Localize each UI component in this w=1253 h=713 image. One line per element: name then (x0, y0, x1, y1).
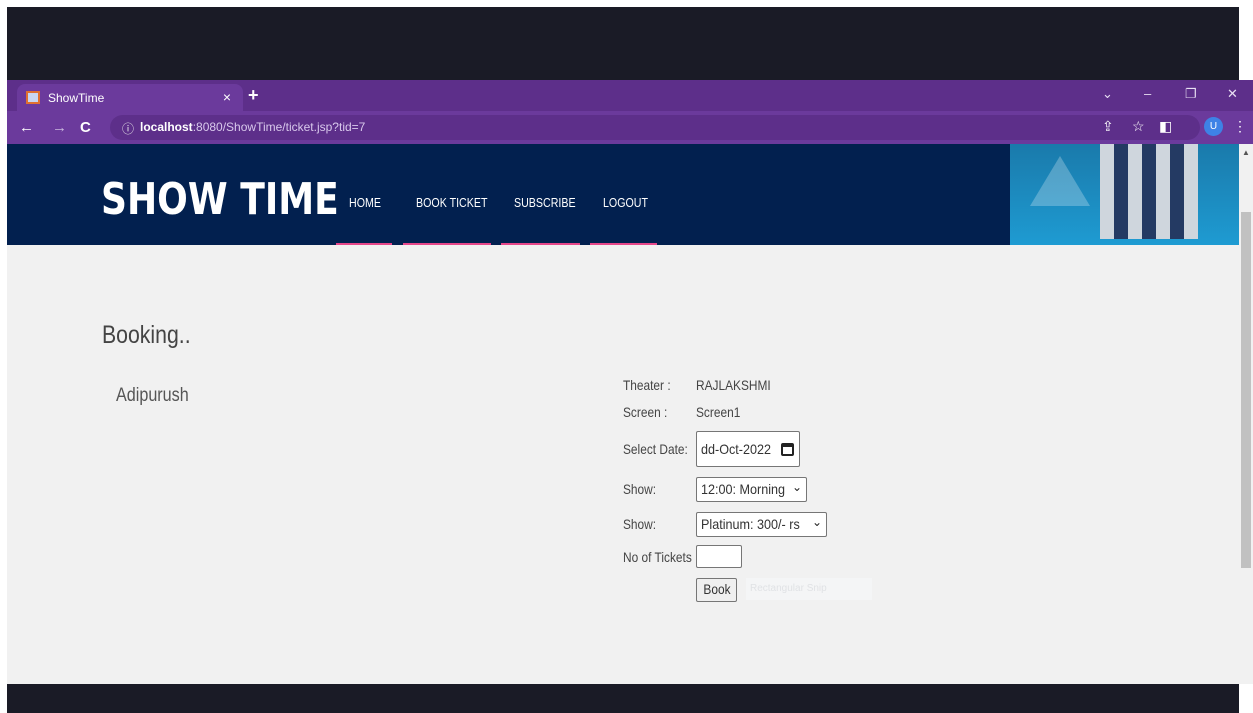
url-path: :8080/ShowTime/ticket.jsp?tid=7 (192, 120, 366, 134)
url-host: localhost (140, 120, 193, 134)
page-viewport: SHOW TIME HOME BOOK TICKET SUBSCRIBE LOG… (7, 144, 1239, 684)
nav-subscribe[interactable]: SUBSCRIBE (514, 195, 576, 210)
window-close-icon[interactable]: ✕ (1227, 86, 1238, 102)
browser-tab-strip: ShowTime × + ⌄ – ❐ ✕ (7, 80, 1253, 111)
nav-underline (403, 243, 491, 245)
theater-banner-image (1010, 144, 1239, 245)
url-text: localhost:8080/ShowTime/ticket.jsp?tid=7 (140, 120, 365, 134)
site-header: SHOW TIME HOME BOOK TICKET SUBSCRIBE LOG… (7, 144, 1239, 245)
page-footer (7, 684, 1239, 713)
show-time-value: 12:00: Morning (701, 481, 786, 497)
nav-underline (590, 243, 657, 245)
nav-logout[interactable]: LOGOUT (603, 195, 648, 210)
profile-avatar[interactable]: U (1204, 117, 1223, 136)
share-icon[interactable]: ⇪ (1102, 118, 1114, 135)
menu-icon[interactable]: ⋮ (1233, 118, 1247, 135)
theater-value: RAJLAKSHMI (696, 377, 771, 393)
minimize-icon[interactable]: – (1144, 86, 1151, 101)
show-label: Show: (623, 481, 657, 497)
scroll-up-icon[interactable]: ▲ (1242, 148, 1250, 157)
banner-stripe (1114, 144, 1128, 239)
show-time-select[interactable]: 12:00: Morning ⌄ (696, 477, 807, 502)
bookmark-star-icon[interactable]: ☆ (1132, 118, 1145, 135)
screen-value: Screen1 (696, 404, 741, 420)
tickets-input[interactable] (696, 545, 742, 568)
banner-stripe (1142, 144, 1156, 239)
chevron-down-icon: ⌄ (811, 515, 822, 529)
theater-label: Theater : (623, 377, 671, 393)
tab-close-icon[interactable]: × (223, 89, 231, 105)
banner-stripe (1184, 144, 1198, 239)
banner-stripe (1156, 144, 1170, 239)
scrollbar-thumb[interactable] (1241, 212, 1251, 568)
restore-icon[interactable]: ❐ (1185, 86, 1197, 102)
favicon-icon (26, 91, 40, 104)
page-title: Booking.. (102, 321, 191, 349)
browser-tab[interactable]: ShowTime × (17, 84, 243, 111)
site-logo[interactable]: SHOW TIME (101, 174, 339, 225)
forward-icon[interactable]: → (52, 119, 67, 136)
side-panel-icon[interactable]: ◧ (1159, 118, 1172, 135)
movie-title: Adipurush (116, 385, 189, 406)
reload-icon[interactable]: C (80, 119, 91, 136)
date-label: Select Date: (623, 441, 688, 457)
calendar-icon[interactable] (781, 443, 794, 456)
book-button[interactable]: Book (696, 578, 737, 602)
nav-home[interactable]: HOME (349, 195, 381, 210)
date-input[interactable]: dd-Oct-2022 (696, 431, 800, 467)
tab-title: ShowTime (48, 91, 105, 105)
seat-class-select[interactable]: Platinum: 300/- rs ⌄ (696, 512, 827, 537)
nav-book-ticket[interactable]: BOOK TICKET (416, 195, 487, 210)
address-bar[interactable]: ⓘ localhost:8080/ShowTime/ticket.jsp?tid… (110, 115, 1200, 140)
tab-search-icon[interactable]: ⌄ (1102, 86, 1113, 102)
banner-stripe (1128, 144, 1142, 239)
date-value: dd-Oct-2022 (701, 441, 772, 457)
new-tab-button[interactable]: + (248, 85, 259, 106)
banner-stripe (1170, 144, 1184, 239)
seat-class-value: Platinum: 300/- rs (701, 516, 800, 532)
banner-stripe (1100, 144, 1114, 239)
banner-tent-shape (1030, 156, 1090, 206)
screen-label: Screen : (623, 404, 668, 420)
class-label: Show: (623, 516, 657, 532)
nav-underline (501, 243, 580, 245)
back-icon[interactable]: ← (19, 119, 34, 136)
book-button-label: Book (702, 581, 731, 597)
nav-underline (336, 243, 392, 245)
tickets-label: No of Tickets : (623, 549, 699, 565)
snip-overlay: Rectangular Snip (746, 578, 872, 600)
site-info-icon[interactable]: ⓘ (122, 120, 134, 137)
chevron-down-icon: ⌄ (791, 480, 802, 494)
browser-toolbar: ← → C ⓘ localhost:8080/ShowTime/ticket.j… (7, 111, 1253, 144)
